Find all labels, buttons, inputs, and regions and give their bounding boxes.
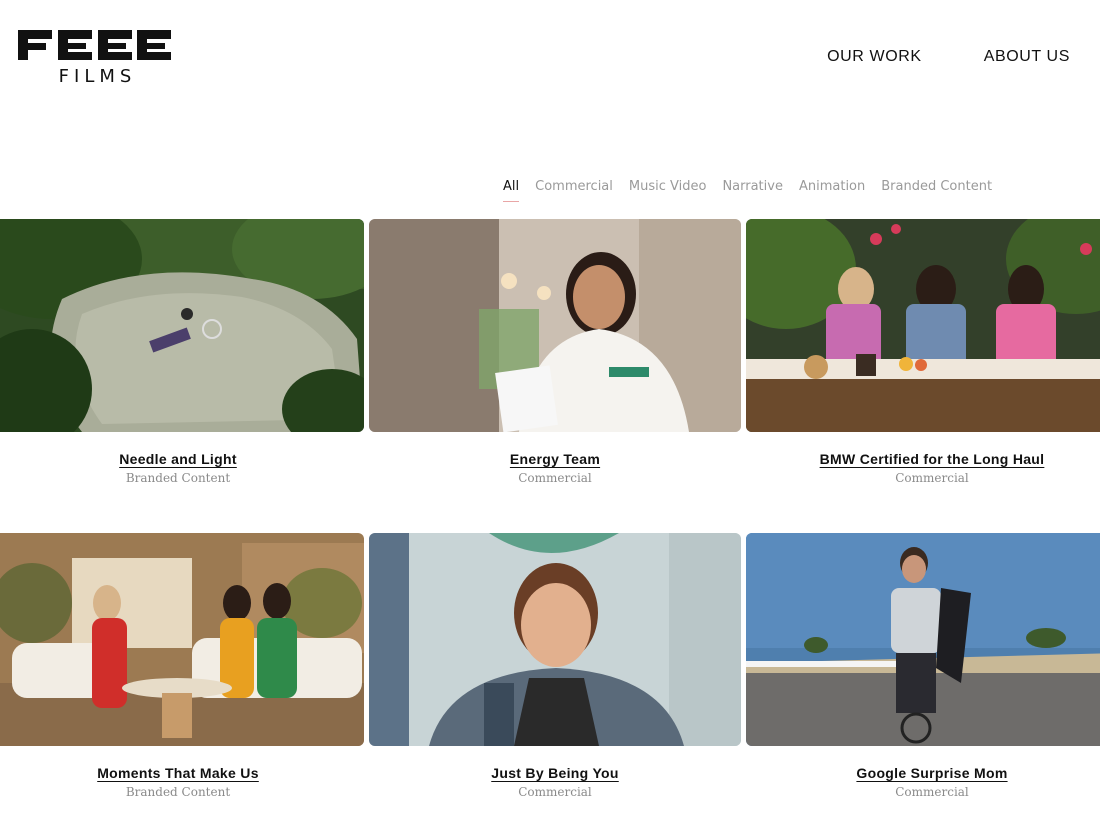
- filter-commercial[interactable]: Commercial: [535, 179, 613, 202]
- cyclist-road-image: [746, 533, 1100, 746]
- filter-all[interactable]: All: [503, 179, 520, 202]
- project-card[interactable]: Needle and Light Branded Content: [0, 219, 364, 485]
- project-category: Commercial: [518, 471, 592, 485]
- logo-subtitle: FILMS: [58, 66, 137, 87]
- project-category: Commercial: [895, 471, 969, 485]
- project-card[interactable]: BMW Certified for the Long Haul Commerci…: [746, 219, 1100, 485]
- project-card[interactable]: Just By Being You Commercial: [369, 533, 741, 799]
- project-card[interactable]: Moments That Make Us Branded Content: [0, 533, 364, 799]
- project-title[interactable]: Just By Being You: [369, 765, 741, 781]
- garden-scene-image: [0, 219, 364, 432]
- project-thumbnail[interactable]: [0, 219, 364, 432]
- project-title[interactable]: Google Surprise Mom: [746, 765, 1100, 781]
- project-category: Branded Content: [125, 785, 231, 799]
- project-category: Branded Content: [125, 471, 231, 485]
- kitchen-woman-image: [369, 219, 741, 432]
- project-card[interactable]: Google Surprise Mom Commercial: [746, 533, 1100, 799]
- project-title[interactable]: Moments That Make Us: [0, 765, 364, 781]
- project-card[interactable]: Energy Team Commercial: [369, 219, 741, 485]
- brand-logo[interactable]: FILMS: [18, 30, 171, 87]
- feee-wordmark-icon: [18, 30, 171, 60]
- nav-our-work[interactable]: OUR WORK: [827, 48, 922, 66]
- project-category: Commercial: [518, 785, 592, 799]
- filter-narrative[interactable]: Narrative: [722, 179, 783, 202]
- nav-about-us[interactable]: ABOUT US: [984, 48, 1070, 66]
- main-nav: OUR WORK ABOUT US: [827, 48, 1070, 66]
- project-thumbnail[interactable]: [369, 533, 741, 746]
- project-title[interactable]: Energy Team: [369, 451, 741, 467]
- project-title[interactable]: Needle and Light: [0, 451, 364, 467]
- category-filter-bar: All Commercial Music Video Narrative Ani…: [503, 179, 1008, 202]
- filter-music-video[interactable]: Music Video: [629, 179, 707, 202]
- filter-animation[interactable]: Animation: [799, 179, 865, 202]
- project-thumbnail[interactable]: [369, 219, 741, 432]
- project-thumbnail[interactable]: [746, 533, 1100, 746]
- project-category: Commercial: [895, 785, 969, 799]
- project-thumbnail[interactable]: [0, 533, 364, 746]
- outdoor-breakfast-image: [746, 219, 1100, 432]
- project-thumbnail[interactable]: [746, 219, 1100, 432]
- project-title[interactable]: BMW Certified for the Long Haul: [746, 451, 1100, 467]
- filter-branded-content[interactable]: Branded Content: [881, 179, 992, 202]
- smiling-teen-image: [369, 533, 741, 746]
- talk-show-set-image: [0, 533, 364, 746]
